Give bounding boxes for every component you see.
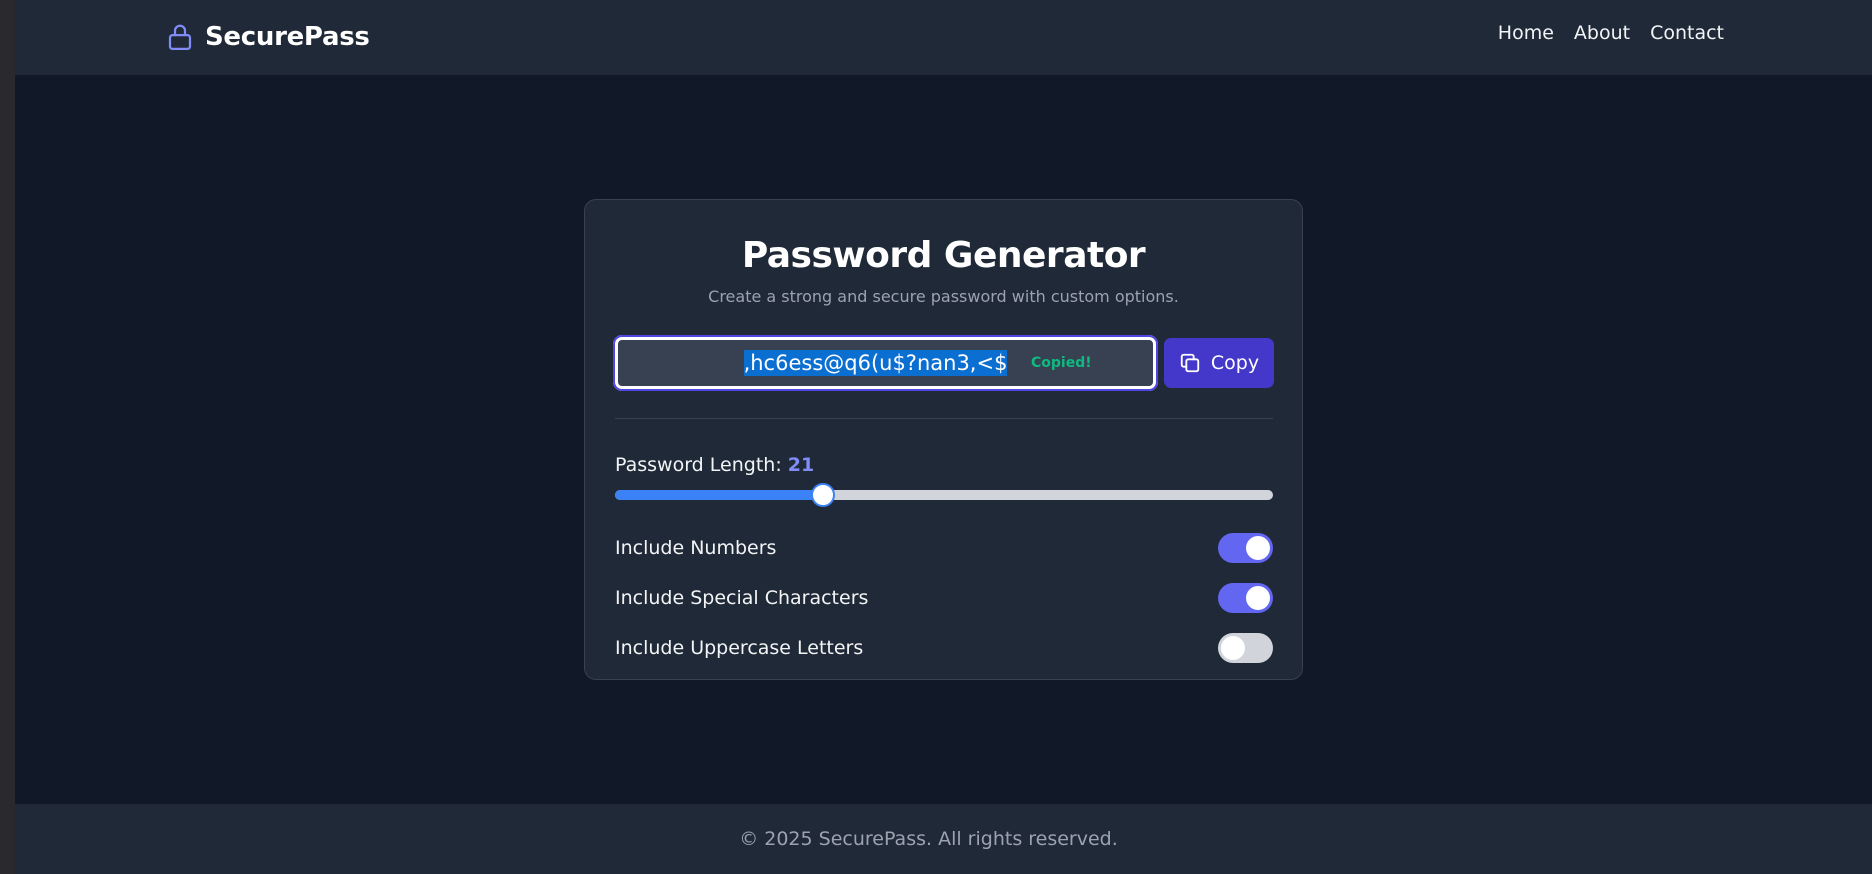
copy-button-label: Copy bbox=[1210, 352, 1260, 374]
option-include-uppercase-letters: Include Uppercase Letters bbox=[615, 633, 1273, 663]
password-output-field[interactable]: ,hc6ess@q6(u$?nan3,<$ Copied! bbox=[613, 335, 1158, 391]
card-title: Password Generator bbox=[741, 235, 1146, 276]
password-length-label: Password Length: 21 bbox=[615, 454, 814, 476]
brand-logo[interactable]: SecurePass bbox=[165, 19, 370, 55]
option-label: Include Uppercase Letters bbox=[615, 637, 864, 659]
password-generator-card: Password Generator Create a strong and s… bbox=[584, 199, 1303, 680]
uppercase-letters-toggle[interactable] bbox=[1218, 633, 1273, 663]
main-nav: Home About Contact bbox=[1498, 22, 1724, 44]
toggle-knob bbox=[1246, 586, 1270, 610]
numbers-toggle[interactable] bbox=[1218, 533, 1273, 563]
card-subtitle: Create a strong and secure password with… bbox=[708, 287, 1179, 306]
copyright-text: © 2025 SecurePass. All rights reserved. bbox=[739, 828, 1118, 850]
site-footer: © 2025 SecurePass. All rights reserved. bbox=[15, 804, 1872, 874]
brand-name: SecurePass bbox=[205, 22, 370, 52]
option-include-special-characters: Include Special Characters bbox=[615, 583, 1273, 613]
slider-fill bbox=[615, 490, 823, 500]
length-value: 21 bbox=[787, 454, 815, 476]
window-edge bbox=[0, 0, 15, 874]
toggle-knob bbox=[1221, 636, 1245, 660]
nav-contact-link[interactable]: Contact bbox=[1650, 22, 1724, 44]
toggle-knob bbox=[1246, 536, 1270, 560]
nav-home-link[interactable]: Home bbox=[1498, 22, 1554, 44]
special-characters-toggle[interactable] bbox=[1218, 583, 1273, 613]
copy-button[interactable]: Copy bbox=[1164, 338, 1274, 388]
site-header: SecurePass Home About Contact bbox=[15, 0, 1872, 75]
section-divider bbox=[615, 418, 1273, 419]
length-label-text: Password Length: bbox=[615, 454, 782, 476]
lock-icon bbox=[168, 24, 192, 50]
option-label: Include Special Characters bbox=[615, 587, 869, 609]
option-include-numbers: Include Numbers bbox=[615, 533, 1273, 563]
slider-thumb[interactable] bbox=[810, 483, 835, 507]
nav-about-link[interactable]: About bbox=[1574, 22, 1630, 44]
copy-icon bbox=[1180, 353, 1200, 373]
password-length-slider[interactable] bbox=[615, 483, 1273, 507]
copied-indicator: Copied! bbox=[1031, 355, 1092, 371]
password-value[interactable]: ,hc6ess@q6(u$?nan3,<$ bbox=[743, 350, 1008, 376]
option-label: Include Numbers bbox=[615, 537, 777, 559]
